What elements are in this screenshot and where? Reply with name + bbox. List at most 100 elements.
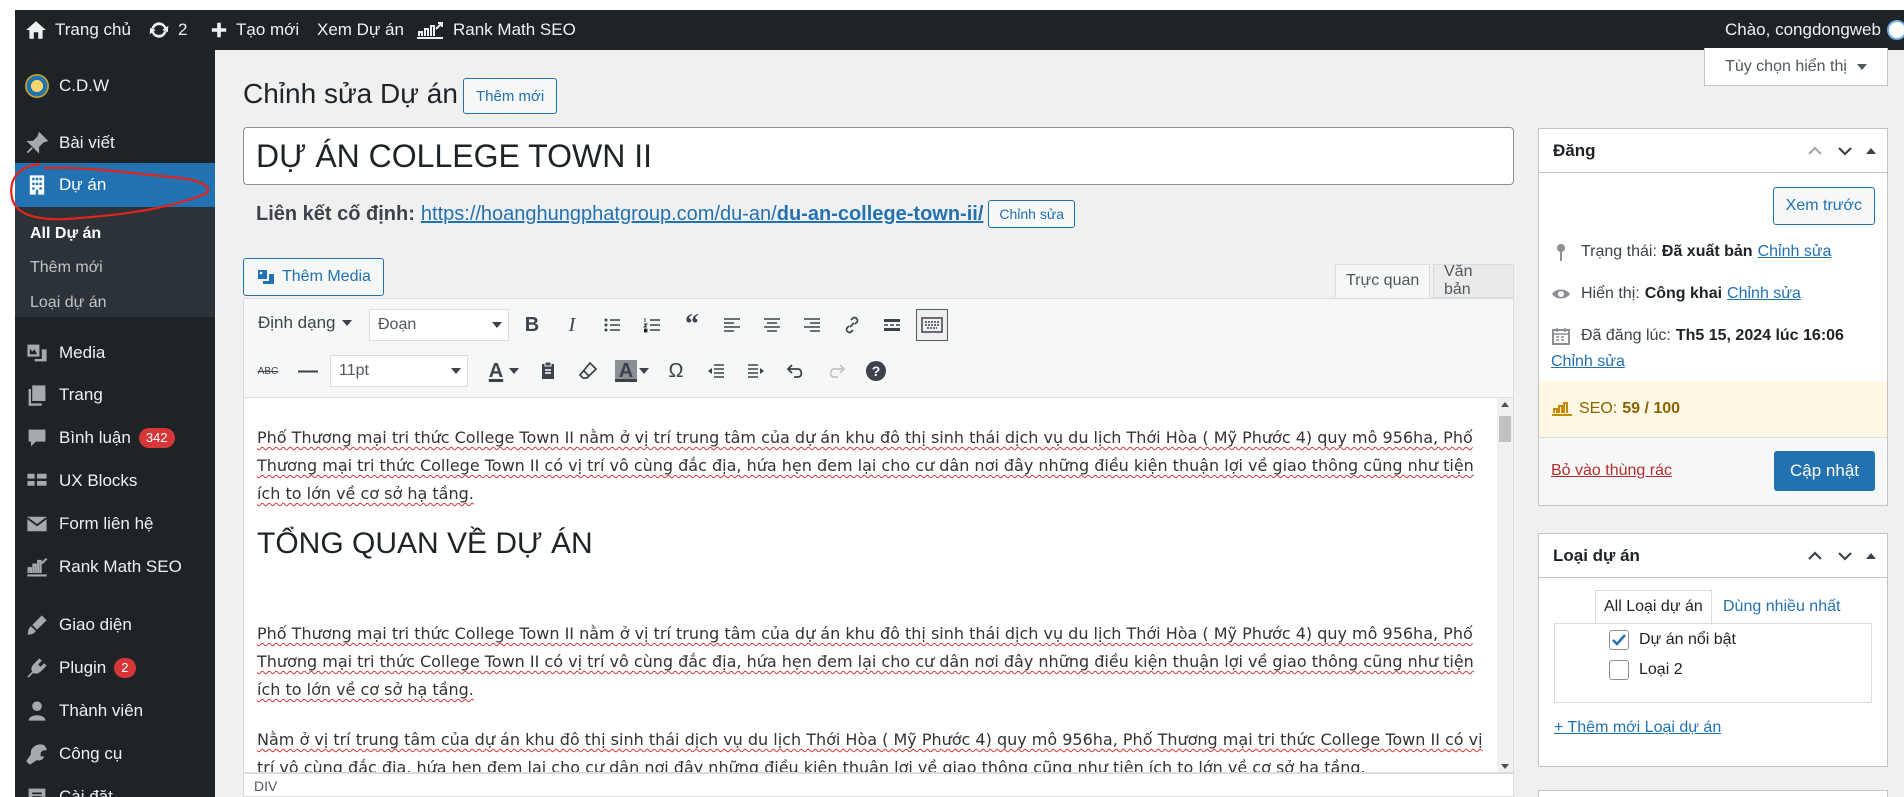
sidebar-item-pages[interactable]: Trang <box>15 375 215 415</box>
project-type-option[interactable]: Loại 2 <box>1609 660 1683 680</box>
scrollbar-thumb[interactable] <box>1499 416 1511 442</box>
permalink-edit-button[interactable]: Chỉnh sửa <box>988 200 1076 228</box>
checkbox-checked[interactable] <box>1609 630 1629 650</box>
editor-scrollbar[interactable] <box>1497 398 1513 772</box>
strikethrough-button[interactable]: ABC <box>252 355 284 387</box>
tab-most-used[interactable]: Dùng nhiều nhất <box>1715 590 1848 624</box>
text-color-dropdown[interactable] <box>506 355 522 387</box>
media-bar: Thêm Media Trực quan Văn bản <box>243 232 1514 298</box>
format-menu[interactable]: Định dạng <box>258 313 352 333</box>
scroll-up-icon[interactable] <box>1501 402 1509 407</box>
numbered-list-button[interactable] <box>636 309 668 341</box>
blockquote-button[interactable]: “ <box>676 309 708 341</box>
background-color-dropdown[interactable] <box>636 355 652 387</box>
submenu-all-projects[interactable]: All Dự án <box>30 225 101 243</box>
font-size-select[interactable]: 11pt <box>330 355 468 387</box>
sidebar-label-projects: Dự án <box>59 175 107 194</box>
sidebar-item-tools[interactable]: Công cụ <box>15 734 215 774</box>
permalink-link[interactable]: https://hoanghungphatgroup.com/du-an/du-… <box>421 203 983 226</box>
align-left-button[interactable] <box>716 309 748 341</box>
sidebar-site[interactable]: C.D.W <box>15 66 215 106</box>
undo-button[interactable] <box>780 355 812 387</box>
tab-all-project-types[interactable]: All Loại dự án <box>1595 590 1712 624</box>
sidebar-item-settings[interactable]: Cài đặt <box>15 777 215 797</box>
content-paragraph: Phố Thương mại tri thức College Town II … <box>257 428 1474 503</box>
pin-icon <box>26 131 49 154</box>
keyboard-shortcuts-button[interactable]: ? <box>860 355 892 387</box>
adminbar-updates[interactable]: 2 <box>148 10 187 50</box>
edit-status-link[interactable]: Chỉnh sửa <box>1758 243 1832 261</box>
scroll-down-icon[interactable] <box>1501 764 1509 769</box>
caret-down-icon <box>509 368 519 374</box>
align-right-button[interactable] <box>796 309 828 341</box>
indent-button[interactable] <box>740 355 772 387</box>
adminbar-home[interactable]: Trang chủ <box>25 10 131 50</box>
adminbar-account[interactable]: Chào, congdongweb <box>1725 10 1904 50</box>
block-format-select[interactable]: Đoạn <box>369 309 509 341</box>
next-metabox <box>1538 790 1888 797</box>
tab-text[interactable]: Văn bản <box>1433 263 1514 298</box>
seo-score-value: 59 / 100 <box>1622 400 1681 417</box>
special-character-button[interactable]: Ω <box>660 355 692 387</box>
content-paragraph: Phố Thương mại tri thức College Town II … <box>257 624 1474 699</box>
add-new-button[interactable]: Thêm mới <box>463 78 558 114</box>
tab-visual[interactable]: Trực quan <box>1335 264 1431 298</box>
sidebar-item-users[interactable]: Thành viên <box>15 691 215 731</box>
submenu-project-types[interactable]: Loại dự án <box>30 294 107 312</box>
adminbar-new[interactable]: Tạo mới <box>210 10 299 50</box>
horizontal-line-button[interactable]: — <box>292 355 324 387</box>
chevron-down-icon[interactable] <box>1835 141 1855 161</box>
editor-toolbar: Định dạng Đoạn B I “ ABC — 11pt A A Ω ? <box>243 298 1514 398</box>
format-menu-label: Định dạng <box>258 313 336 332</box>
media-upload-icon <box>258 270 274 284</box>
clear-formatting-button[interactable] <box>572 355 604 387</box>
edit-visibility-link[interactable]: Chỉnh sửa <box>1727 285 1801 303</box>
align-center-button[interactable] <box>756 309 788 341</box>
project-type-option[interactable]: Dự án nổi bật <box>1609 630 1736 650</box>
redo-button[interactable] <box>820 355 852 387</box>
preview-button[interactable]: Xem trước <box>1772 187 1875 225</box>
bold-button[interactable]: B <box>516 309 548 341</box>
block-format-value: Đoạn <box>378 316 417 333</box>
sidebar-item-plugins[interactable]: Plugin 2 <box>15 648 215 688</box>
edit-date-link[interactable]: Chỉnh sửa <box>1551 353 1625 371</box>
sidebar-item-projects[interactable]: Dự án <box>15 163 215 207</box>
chevron-down-icon[interactable] <box>1835 546 1855 566</box>
sidebar-item-appearance[interactable]: Giao diện <box>15 605 215 645</box>
read-more-button[interactable] <box>876 309 908 341</box>
insert-link-button[interactable] <box>836 309 868 341</box>
permalink-base: https://hoanghungphatgroup.com/du-an/ <box>420 202 777 225</box>
sidebar-item-media[interactable]: Media <box>15 333 215 373</box>
paste-text-button[interactable] <box>532 355 564 387</box>
bullet-list-button[interactable] <box>596 309 628 341</box>
editor-content[interactable]: Phố Thương mại tri thức College Town II … <box>243 398 1514 773</box>
outdent-button[interactable] <box>700 355 732 387</box>
blocks-icon <box>27 473 47 486</box>
checkbox-unchecked[interactable] <box>1609 660 1629 680</box>
sidebar-item-rankmath[interactable]: Rank Math SEO <box>15 547 215 587</box>
post-title-input[interactable]: DỰ ÁN COLLEGE TOWN II <box>243 127 1514 185</box>
left-margin <box>0 0 15 797</box>
adminbar-view[interactable]: Xem Dự án <box>317 10 404 50</box>
submenu-add-new[interactable]: Thêm mới <box>30 259 103 277</box>
sidebar-item-forms[interactable]: Form liên hệ <box>15 504 215 544</box>
mail-icon <box>26 516 48 532</box>
sidebar-item-posts[interactable]: Bài viết <box>15 123 215 163</box>
toolbar-toggle-button[interactable] <box>916 309 948 341</box>
add-media-button[interactable]: Thêm Media <box>243 258 384 296</box>
caret-down-icon <box>639 368 649 374</box>
move-to-trash-link[interactable]: Bỏ vào thùng rác <box>1551 462 1672 480</box>
add-new-project-type-link[interactable]: + Thêm mới Loại dự án <box>1554 719 1721 737</box>
screen-options-button[interactable]: Tùy chọn hiển thị <box>1704 48 1888 86</box>
adminbar-rankmath[interactable]: Rank Math SEO <box>415 10 576 50</box>
redo-icon <box>829 364 846 378</box>
link-icon <box>845 316 859 334</box>
chevron-up-icon[interactable] <box>1805 546 1825 566</box>
italic-button[interactable]: I <box>556 309 588 341</box>
collapse-toggle-icon[interactable] <box>1865 546 1877 566</box>
chevron-up-icon[interactable] <box>1805 141 1825 161</box>
sidebar-item-uxblocks[interactable]: UX Blocks <box>15 461 215 501</box>
update-button[interactable]: Cập nhật <box>1774 451 1875 491</box>
sidebar-item-comments[interactable]: Bình luận 342 <box>15 418 215 458</box>
collapse-toggle-icon[interactable] <box>1865 141 1877 161</box>
